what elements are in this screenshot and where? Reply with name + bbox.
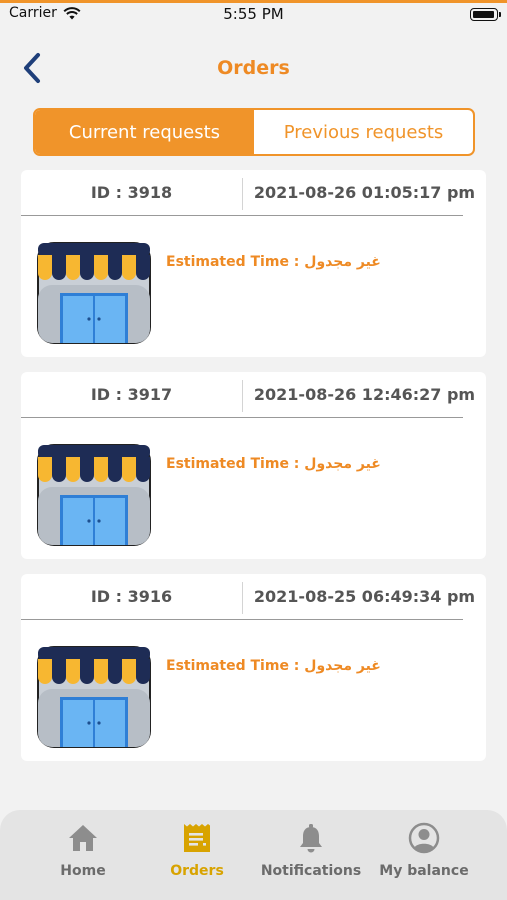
order-separator <box>21 215 463 216</box>
order-header: ID : 3917 2021-08-26 12:46:27 pm <box>21 372 486 417</box>
status-bar: Carrier 5:55 PM <box>0 3 507 27</box>
order-id: ID : 3918 <box>90 183 173 202</box>
order-id: ID : 3916 <box>90 587 173 606</box>
order-header: ID : 3916 2021-08-25 06:49:34 pm <box>21 574 486 619</box>
estimated-time: Estimated Time : غير مجدول <box>166 456 381 472</box>
status-time: 5:55 PM <box>223 5 284 23</box>
order-separator <box>21 619 463 620</box>
tab-home[interactable]: Home <box>28 810 138 900</box>
tab-my-balance-label: My balance <box>379 863 469 879</box>
store-icon[interactable] <box>36 443 152 547</box>
tab-current-requests[interactable]: Current requests <box>35 110 254 154</box>
order-date: 2021-08-26 12:46:27 pm <box>253 385 476 404</box>
bottom-tab-bar: Home Orders Notifications My balance <box>0 810 507 900</box>
store-icon[interactable] <box>36 241 152 345</box>
order-separator <box>21 417 463 418</box>
tab-notifications[interactable]: Notifications <box>256 810 366 900</box>
home-icon <box>69 825 97 851</box>
estimated-time: Estimated Time : غير مجدول <box>166 658 381 674</box>
requests-segmented-control: Current requests Previous requests <box>33 108 475 156</box>
tab-home-label: Home <box>60 863 106 879</box>
order-card[interactable]: ID : 3917 2021-08-26 12:46:27 pm Estimat… <box>21 372 486 559</box>
bell-icon <box>300 824 322 853</box>
order-card[interactable]: ID : 3916 2021-08-25 06:49:34 pm Estimat… <box>21 574 486 761</box>
order-card[interactable]: ID : 3918 2021-08-26 01:05:17 pm Estimat… <box>21 170 486 357</box>
tab-orders[interactable]: Orders <box>142 810 252 900</box>
order-date: 2021-08-25 06:49:34 pm <box>253 587 476 606</box>
navigation-bar: Orders <box>0 40 507 100</box>
tab-previous-requests[interactable]: Previous requests <box>254 110 473 154</box>
order-date: 2021-08-26 01:05:17 pm <box>253 183 476 202</box>
tab-orders-label: Orders <box>170 863 224 879</box>
order-header: ID : 3918 2021-08-26 01:05:17 pm <box>21 170 486 215</box>
user-icon <box>408 822 440 854</box>
battery-icon <box>470 8 501 21</box>
estimated-time: Estimated Time : غير مجدول <box>166 254 381 270</box>
tab-my-balance[interactable]: My balance <box>369 810 479 900</box>
page-title: Orders <box>217 57 290 79</box>
order-id: ID : 3917 <box>90 385 173 404</box>
store-icon[interactable] <box>36 645 152 749</box>
receipt-icon <box>184 824 210 852</box>
tab-notifications-label: Notifications <box>260 863 362 879</box>
